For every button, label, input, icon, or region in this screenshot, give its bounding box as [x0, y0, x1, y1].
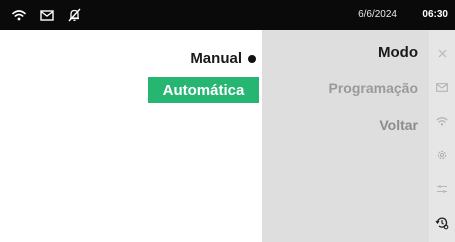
- menu-item-voltar[interactable]: Voltar: [379, 117, 418, 133]
- options-panel: Manual Automática: [0, 30, 262, 242]
- clock-settings-icon[interactable]: [429, 213, 455, 233]
- mail-icon[interactable]: [429, 77, 455, 97]
- sliders-icon[interactable]: [429, 179, 455, 199]
- radio-dot-icon: [248, 54, 256, 63]
- option-automatica-label: Automática: [162, 81, 245, 99]
- wifi-icon[interactable]: [429, 111, 455, 131]
- wifi-icon: [9, 0, 29, 30]
- menu-panel: Modo Programação Voltar: [262, 30, 429, 242]
- gear-icon[interactable]: [429, 145, 455, 165]
- mail-icon: [37, 0, 57, 30]
- close-icon[interactable]: [429, 43, 455, 63]
- status-date: 6/6/2024: [358, 9, 397, 20]
- status-time: 06:30: [422, 9, 448, 20]
- status-bar: 6/6/2024 06:30: [0, 0, 455, 30]
- bell-muted-icon: [64, 0, 84, 30]
- icon-sidebar: [429, 30, 455, 242]
- option-manual-label: Manual: [190, 49, 242, 67]
- option-automatica[interactable]: Automática: [148, 77, 259, 103]
- menu-item-modo[interactable]: Modo: [378, 44, 418, 61]
- option-manual[interactable]: Manual: [190, 47, 256, 69]
- menu-item-programacao[interactable]: Programação: [329, 80, 418, 96]
